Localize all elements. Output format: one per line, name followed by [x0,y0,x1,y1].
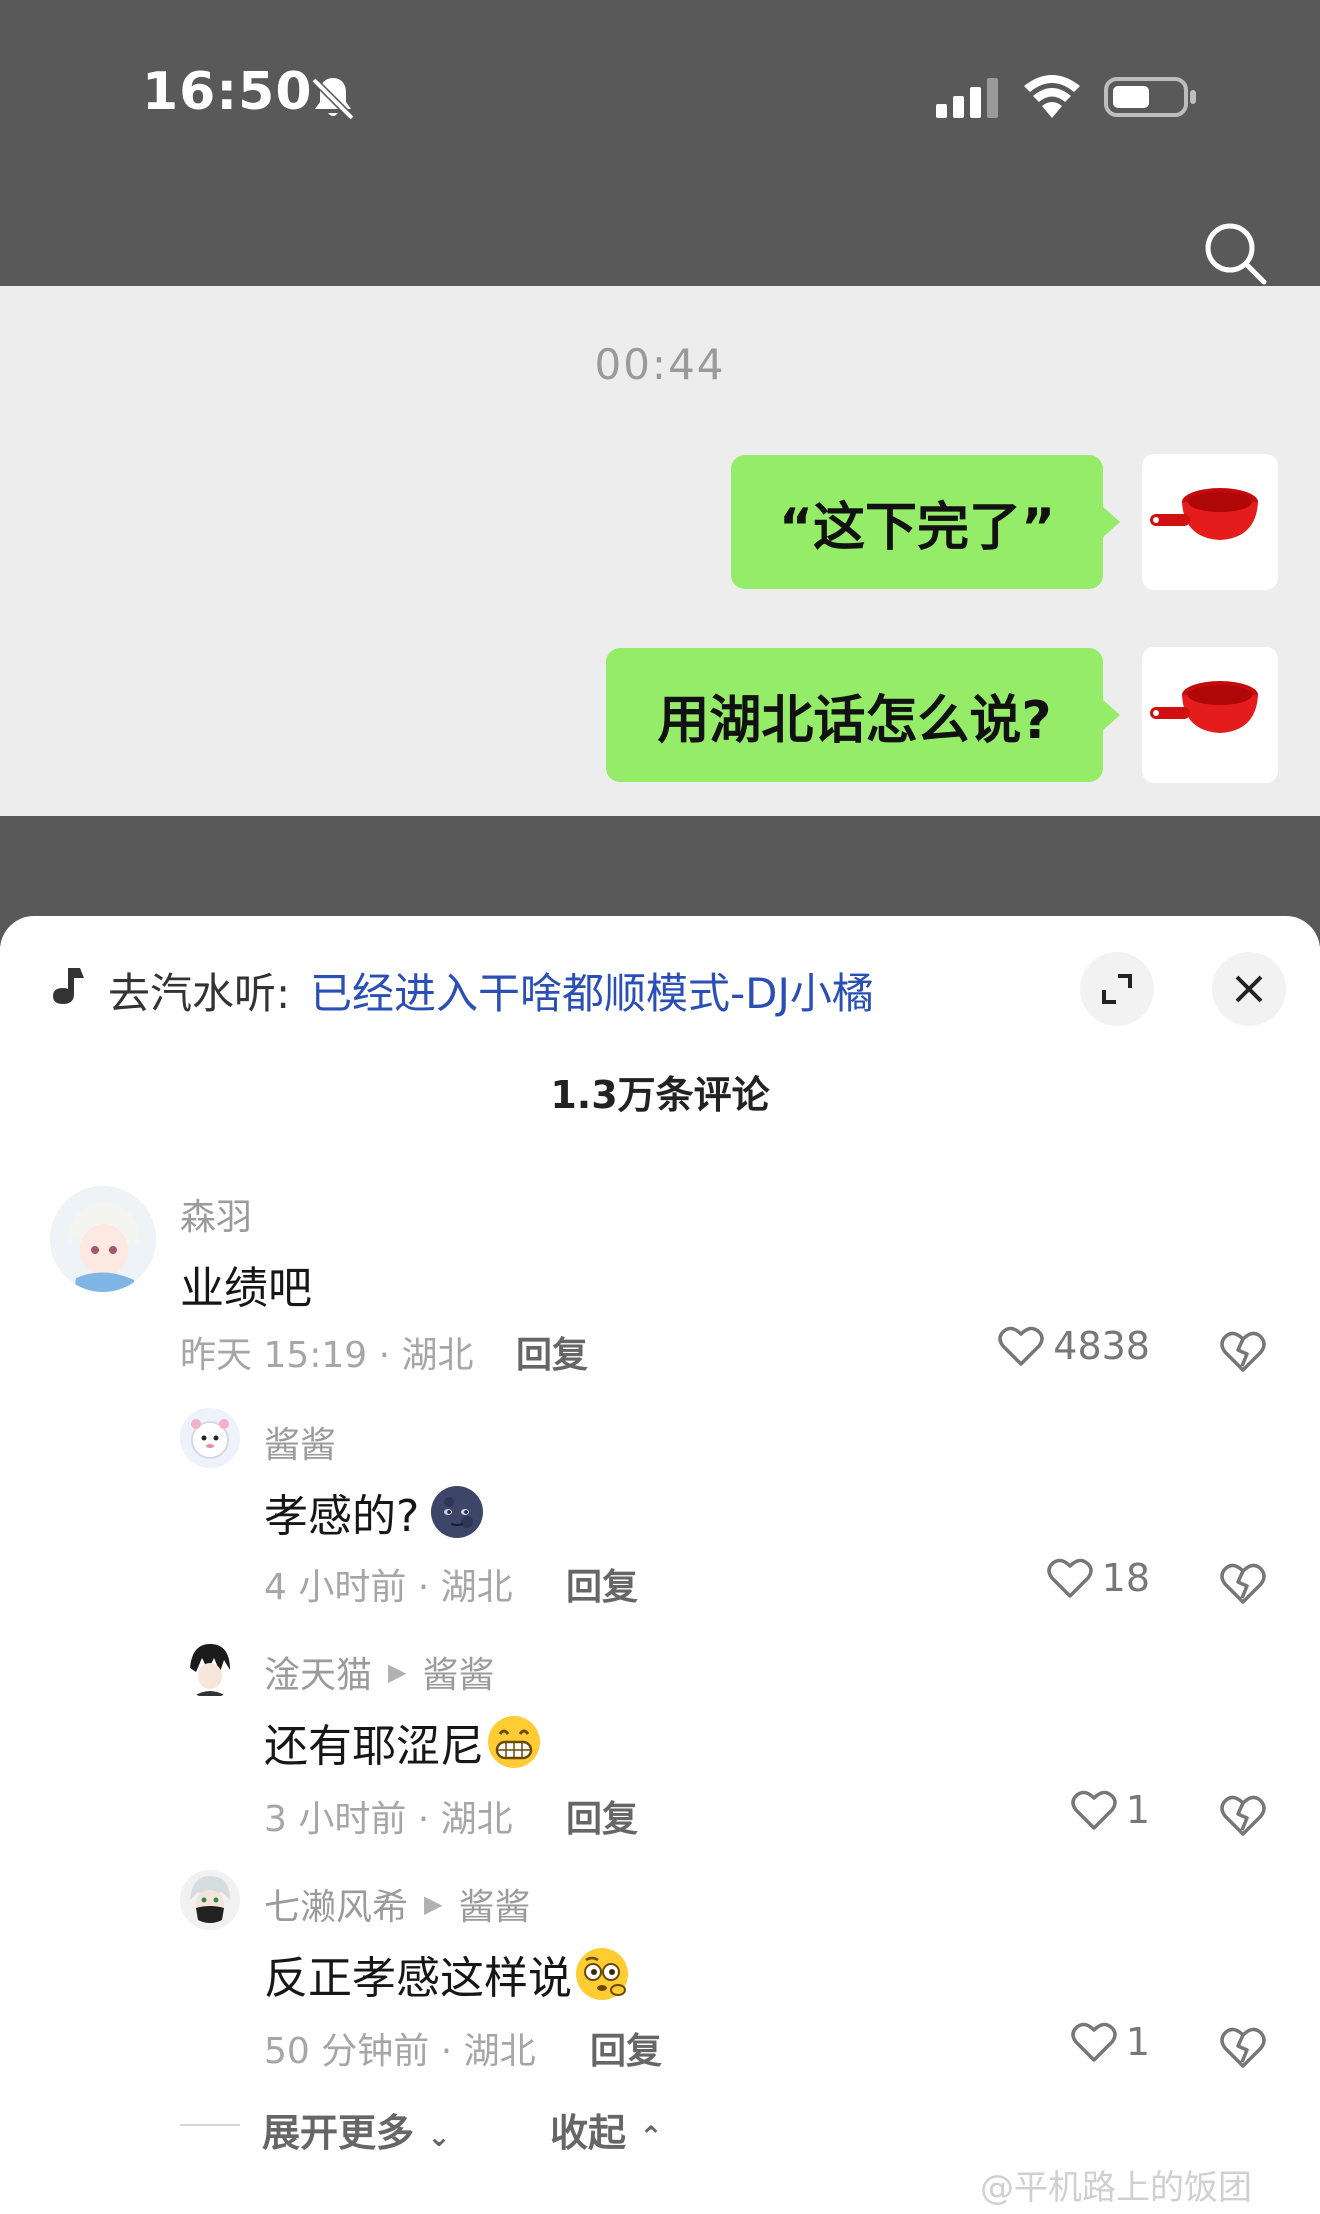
signal-icon [936,78,998,118]
expand-icon [1102,974,1132,1004]
comment-text: 还有耶涩尼 [264,1710,542,1774]
like-count: 1 [1125,1788,1150,1832]
comment-text-content: 反正孝感这样说 [264,1953,572,2004]
chevron-down-icon: ⌄ [427,2120,451,2153]
avatar[interactable] [180,1638,240,1698]
avatar[interactable] [180,1408,240,1468]
commenter-name[interactable]: 七濑风希 [264,1878,408,1930]
wifi-icon [1024,75,1080,118]
ladle-icon [1150,488,1258,540]
hamster-avatar-image [180,1408,240,1468]
music-icon [53,968,84,1004]
masked-character-avatar-image [180,1870,240,1930]
comment-meta: 50 分钟前 · 湖北 [264,2031,536,2072]
reply-to-name[interactable]: 酱酱 [422,1646,494,1698]
commenter-name[interactable]: 淦天猫 [264,1646,372,1698]
reply-button[interactable]: 回复 [566,1558,638,1610]
close-icon [1235,975,1263,1003]
expand-more-label: 展开更多 [262,2111,415,2155]
commenter-name[interactable]: 酱酱 [264,1416,336,1468]
comment-text: 业绩吧 [180,1252,312,1316]
watermark: @平机路上的饭团 [980,2168,1252,2208]
commenter-name[interactable]: 森羽 [180,1188,252,1240]
dislike-icon[interactable] [1218,2022,1268,2072]
comment-meta: 昨天 15:19 · 湖北 [180,1335,474,1376]
reply-to-name[interactable]: 酱酱 [458,1878,530,1930]
comment-sheet: 去汽水听: 已经进入干啥都顺模式-DJ小橘 1.3万条评论 森羽 业绩吧 昨天 … [0,916,1320,2214]
heart-icon [1071,1790,1117,1830]
dislike-icon[interactable] [1218,1558,1268,1608]
user-avatar[interactable] [1142,647,1278,783]
like-button[interactable]: 1 [930,1788,1150,1832]
character-avatar-image [180,1638,240,1698]
like-button[interactable]: 18 [930,1556,1150,1600]
comment-text-content: 还有耶涩尼 [264,1721,484,1772]
commenter-name-row: 七濑风希 ▶ 酱酱 [264,1878,531,1930]
reply-button[interactable]: 回复 [516,1326,588,1378]
like-count: 1 [1125,2020,1150,2064]
expand-button[interactable] [1080,952,1154,1026]
chat-message-bubble[interactable]: “这下完了” [731,455,1120,589]
chat-area: 00:44 “这下完了” 用湖北话怎么说? [0,286,1320,816]
comment-meta: 3 小时前 · 湖北 [264,1799,513,1840]
like-button[interactable]: 4838 [930,1324,1150,1368]
comment-text: 孝感的? [264,1480,485,1544]
chat-timestamp: 00:44 [594,340,726,389]
moon-face-emoji-icon [431,1486,484,1538]
comment-text-content: 孝感的? [264,1491,420,1542]
reply-button[interactable]: 回复 [590,2022,662,2074]
avatar[interactable] [50,1186,156,1292]
dislike-icon[interactable] [1218,1326,1268,1376]
top-bar: 16:50 [0,0,1320,286]
heart-icon [998,1326,1045,1366]
anime-avatar-image [50,1186,156,1292]
divider [180,2124,240,2126]
comment-text: 反正孝感这样说 [264,1942,630,2006]
reply-arrow-icon: ▶ [424,1890,443,1918]
ladle-icon [1150,681,1258,733]
collapse-label: 收起 [550,2111,627,2155]
user-avatar[interactable] [1142,454,1278,590]
heart-icon [1071,2022,1117,2062]
commenter-name-row: 淦天猫 ▶ 酱酱 [264,1646,495,1698]
comment-count: 1.3万条评论 [550,1073,770,1117]
search-icon[interactable] [1200,218,1270,288]
chat-message-bubble[interactable]: 用湖北话怎么说? [606,648,1120,782]
collapse-button[interactable]: 收起 ⌃ [550,2102,663,2157]
avatar[interactable] [180,1870,240,1930]
like-button[interactable]: 1 [930,2020,1150,2064]
music-source-label: 去汽水听: [108,969,291,1018]
comment-text-content: 业绩吧 [180,1263,312,1314]
dislike-icon[interactable] [1218,1790,1268,1840]
expand-more-button[interactable]: 展开更多 ⌄ [262,2102,451,2157]
like-count: 4838 [1053,1324,1150,1368]
status-time: 16:50 [142,62,313,122]
battery-icon [1104,77,1196,117]
like-count: 18 [1101,1556,1150,1600]
mute-bell-icon [311,77,355,121]
reply-button[interactable]: 回复 [566,1790,638,1842]
chevron-up-icon: ⌃ [639,2120,663,2153]
grinning-emoji-icon [488,1716,540,1768]
reply-arrow-icon: ▶ [388,1658,407,1686]
flushed-pleading-emoji-icon [576,1948,628,2000]
comment-meta: 4 小时前 · 湖北 [264,1567,513,1608]
close-button[interactable] [1212,952,1286,1026]
music-title-link[interactable]: 已经进入干啥都顺模式-DJ小橘 [310,960,874,1021]
heart-icon [1046,1558,1093,1598]
